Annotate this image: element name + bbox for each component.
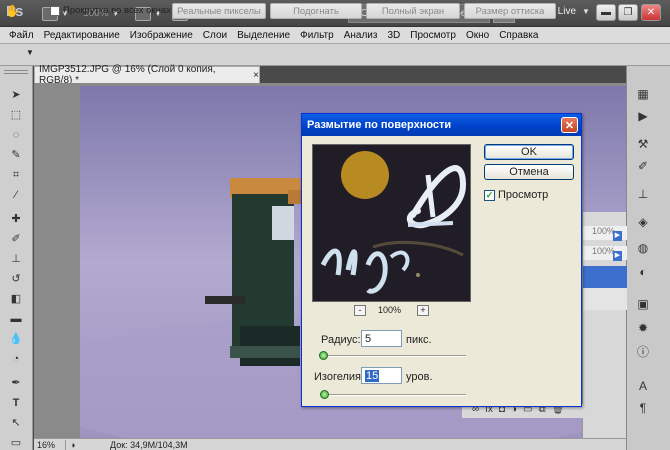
checkmark-icon[interactable]: ✓ bbox=[484, 189, 495, 201]
layers-panel-icon[interactable]: ◈ bbox=[634, 214, 652, 230]
document-tab[interactable]: IMGP3512.JPG @ 16% (Слой 0 копия, RGB/8)… bbox=[34, 64, 260, 86]
radius-value: 5 bbox=[365, 332, 372, 345]
menu-file[interactable]: Файл bbox=[4, 30, 39, 41]
checkbox-box[interactable] bbox=[50, 5, 60, 16]
zoom-out-button[interactable]: - bbox=[354, 305, 366, 316]
surface-blur-dialog: Размытие по поверхности ✕ - 100% + OK От… bbox=[301, 113, 582, 407]
move-tool-icon[interactable]: ➤ bbox=[8, 88, 24, 102]
brush-tool-icon[interactable]: ✐ bbox=[8, 232, 24, 246]
crop-tool-icon[interactable]: ⌗ bbox=[8, 168, 24, 182]
type-tool-icon[interactable]: T bbox=[8, 396, 24, 410]
full-screen-button[interactable]: Полный экран bbox=[366, 3, 460, 19]
chevron-down-icon: ▼ bbox=[582, 7, 590, 16]
scroll-all-label: Прокрутка во всех окнах bbox=[63, 5, 171, 16]
color-panel-icon[interactable]: ✹ bbox=[634, 320, 652, 336]
paths-panel-icon[interactable]: ◐ bbox=[634, 264, 652, 280]
threshold-unit: уров. bbox=[406, 371, 433, 383]
info-panel-icon[interactable]: ⓘ bbox=[634, 344, 652, 360]
cancel-button[interactable]: Отмена bbox=[484, 164, 574, 180]
dialog-title: Размытие по поверхности bbox=[307, 119, 452, 131]
gradient-tool-icon[interactable]: ▬ bbox=[8, 312, 24, 326]
maximize-icon: ❐ bbox=[623, 7, 633, 18]
actual-pixels-button[interactable]: Реальные пикселы bbox=[172, 3, 266, 19]
radius-slider-track[interactable] bbox=[320, 355, 466, 357]
menu-bar: Файл Редактирование Изображение Слои Выд… bbox=[0, 27, 670, 44]
character-panel-icon[interactable]: A bbox=[634, 378, 652, 394]
healing-brush-tool-icon[interactable]: ✚ bbox=[8, 212, 24, 226]
status-bar: 16% ◑ Док: 34,9M/104,3M bbox=[34, 438, 626, 450]
menu-filter[interactable]: Фильтр bbox=[295, 30, 339, 41]
menu-select[interactable]: Выделение bbox=[232, 30, 295, 41]
opacity-arrow-icon[interactable]: ▶ bbox=[613, 231, 622, 241]
minimize-button[interactable]: ▬ bbox=[596, 4, 616, 21]
menu-image[interactable]: Изображение bbox=[125, 30, 198, 41]
brush-panel-icon[interactable]: ✐ bbox=[634, 158, 652, 174]
menu-help[interactable]: Справка bbox=[494, 30, 543, 41]
threshold-value: 15 bbox=[365, 369, 380, 382]
threshold-slider-track[interactable] bbox=[320, 394, 466, 396]
clone-stamp-tool-icon[interactable]: ⊥ bbox=[8, 252, 24, 266]
layer-row[interactable] bbox=[583, 288, 627, 310]
channels-panel-icon[interactable]: ◍ bbox=[634, 240, 652, 256]
quick-select-tool-icon[interactable]: ✎ bbox=[8, 148, 24, 162]
fill-arrow-icon[interactable]: ▶ bbox=[613, 251, 622, 261]
status-document-size: Док: 34,9M/104,3M bbox=[110, 439, 188, 450]
status-icon: ◑ bbox=[70, 439, 76, 450]
dialog-close-button[interactable]: ✕ bbox=[561, 117, 578, 133]
lasso-tool-icon[interactable]: ◌ bbox=[8, 128, 24, 142]
dialog-title-bar[interactable]: Размытие по поверхности bbox=[302, 114, 581, 136]
pen-tool-icon[interactable]: ✒ bbox=[8, 376, 24, 390]
chevron-down-icon[interactable]: ▼ bbox=[26, 48, 34, 57]
panel-grip[interactable] bbox=[4, 70, 28, 74]
path-select-tool-icon[interactable]: ↖ bbox=[8, 416, 24, 430]
minimize-icon: ▬ bbox=[601, 7, 611, 18]
shape-tool-icon[interactable]: ▭ bbox=[8, 436, 24, 450]
radius-label: Радиус: bbox=[321, 334, 361, 346]
ok-button[interactable]: OK bbox=[484, 144, 574, 160]
close-icon: ✕ bbox=[646, 7, 656, 18]
preview-zoom-level: 100% bbox=[378, 305, 402, 315]
radius-unit: пикс. bbox=[406, 334, 432, 346]
paragraph-panel-icon[interactable]: ¶ bbox=[634, 400, 652, 416]
close-icon: ✕ bbox=[564, 119, 575, 132]
menu-view[interactable]: Просмотр bbox=[405, 30, 461, 41]
marquee-tool-icon[interactable]: ⬚ bbox=[8, 108, 24, 122]
history-brush-tool-icon[interactable]: ↺ bbox=[8, 272, 24, 286]
eyedropper-tool-icon[interactable]: ⁄ bbox=[8, 188, 24, 202]
close-button[interactable]: ✕ bbox=[641, 4, 661, 21]
status-zoom[interactable]: 16% bbox=[34, 439, 66, 450]
maximize-button[interactable]: ❐ bbox=[618, 4, 638, 21]
navigator-panel-icon[interactable]: ▣ bbox=[634, 296, 652, 312]
menu-window[interactable]: Окно bbox=[461, 30, 494, 41]
preview-image bbox=[313, 145, 470, 301]
preview-checkbox[interactable]: ✓ Просмотр bbox=[484, 189, 548, 201]
eraser-tool-icon[interactable]: ◧ bbox=[8, 292, 24, 306]
blur-tool-icon[interactable]: 💧 bbox=[8, 332, 24, 346]
menu-analysis[interactable]: Анализ bbox=[339, 30, 383, 41]
menu-layers[interactable]: Слои bbox=[198, 30, 232, 41]
dodge-tool-icon[interactable]: ◔ bbox=[8, 352, 24, 366]
threshold-label: Изогелия: bbox=[314, 371, 365, 383]
radius-slider-thumb[interactable] bbox=[319, 351, 328, 360]
selected-layer-row[interactable] bbox=[583, 266, 627, 288]
tool-presets-icon[interactable]: ⚒ bbox=[634, 136, 652, 152]
threshold-input[interactable]: 15 bbox=[361, 367, 402, 384]
options-bar bbox=[0, 44, 670, 66]
filter-preview[interactable] bbox=[312, 144, 471, 302]
fit-screen-button[interactable]: Подогнать bbox=[270, 3, 362, 19]
tools-panel: ➤ ⬚ ◌ ✎ ⌗ ⁄ ✚ ✐ ⊥ ↺ ◧ ▬ 💧 ◔ ✒ T ↖ ▭ bbox=[0, 66, 33, 450]
radius-input[interactable]: 5 bbox=[361, 330, 402, 347]
print-size-button[interactable]: Размер оттиска bbox=[464, 3, 556, 19]
preview-label: Просмотр bbox=[498, 189, 549, 201]
menu-3d[interactable]: 3D bbox=[382, 30, 405, 41]
zoom-in-button[interactable]: + bbox=[417, 305, 429, 316]
history-panel-icon[interactable]: ▦ bbox=[634, 86, 652, 102]
threshold-slider-thumb[interactable] bbox=[320, 390, 329, 399]
close-icon[interactable]: × bbox=[253, 70, 259, 81]
clone-source-icon[interactable]: ⊥ bbox=[634, 186, 652, 202]
menu-edit[interactable]: Редактирование bbox=[39, 30, 125, 41]
hand-tool-icon[interactable]: ✋ bbox=[5, 4, 21, 19]
actions-panel-icon[interactable]: ▶ bbox=[634, 108, 652, 124]
scroll-all-windows-checkbox[interactable]: Прокрутка во всех окнах bbox=[50, 5, 171, 16]
